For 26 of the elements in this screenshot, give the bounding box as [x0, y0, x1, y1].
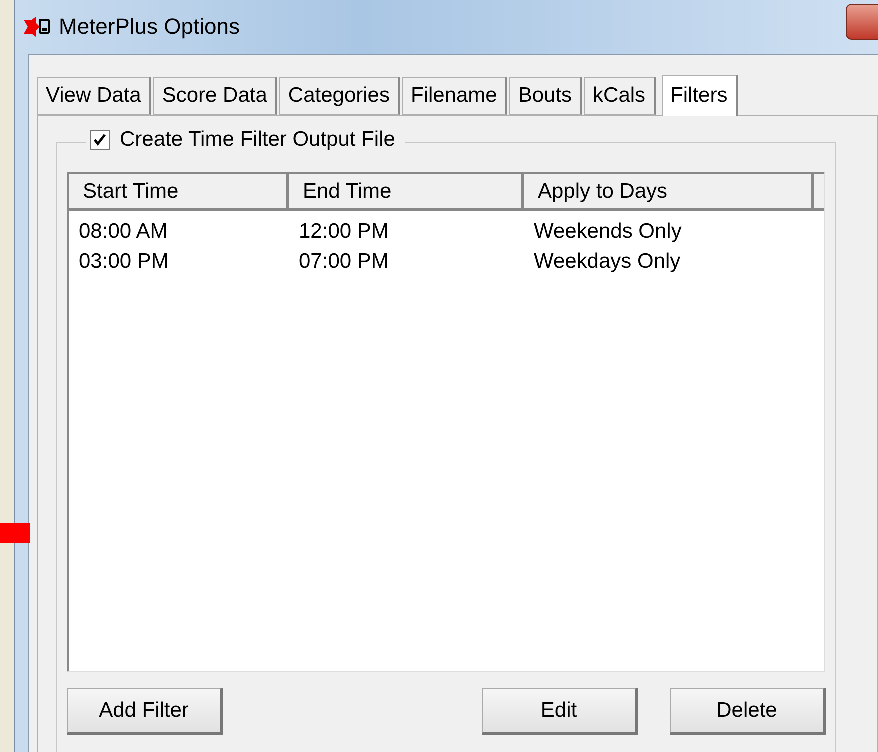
table-cell-text: Weekends Only: [533, 219, 683, 245]
table-cell-text: 07:00 PM: [298, 249, 390, 275]
column-header[interactable]: Apply to Days: [524, 174, 814, 208]
table-cell-text: 12:00 PM: [298, 219, 390, 245]
tab[interactable]: Filters: [662, 75, 738, 116]
checkbox[interactable]: [90, 130, 110, 150]
close-button[interactable]: [846, 4, 878, 40]
column-header[interactable]: End Time: [289, 174, 524, 208]
tab[interactable]: Categories: [279, 77, 400, 115]
table-cell-text: 08:00 AM: [78, 219, 169, 245]
tab[interactable]: Score Data: [153, 77, 278, 115]
action-button[interactable]: Delete: [670, 688, 826, 735]
tab[interactable]: Bouts: [509, 77, 582, 115]
check-icon: [93, 133, 107, 147]
action-button[interactable]: Edit: [482, 688, 638, 735]
window-title: MeterPlus Options: [59, 14, 240, 40]
tab[interactable]: Filename: [402, 77, 508, 115]
marker: [0, 523, 30, 543]
app-icon: [23, 16, 51, 38]
column-header[interactable]: Start Time: [69, 174, 289, 208]
action-button[interactable]: Add Filter: [67, 688, 223, 735]
tab[interactable]: kCals: [584, 77, 656, 115]
table-cell-text: 03:00 PM: [78, 249, 170, 275]
tab[interactable]: View Data: [37, 77, 152, 115]
checkbox-label: Create Time Filter Output File: [120, 128, 396, 152]
table-cell-text: Weekdays Only: [533, 249, 682, 275]
